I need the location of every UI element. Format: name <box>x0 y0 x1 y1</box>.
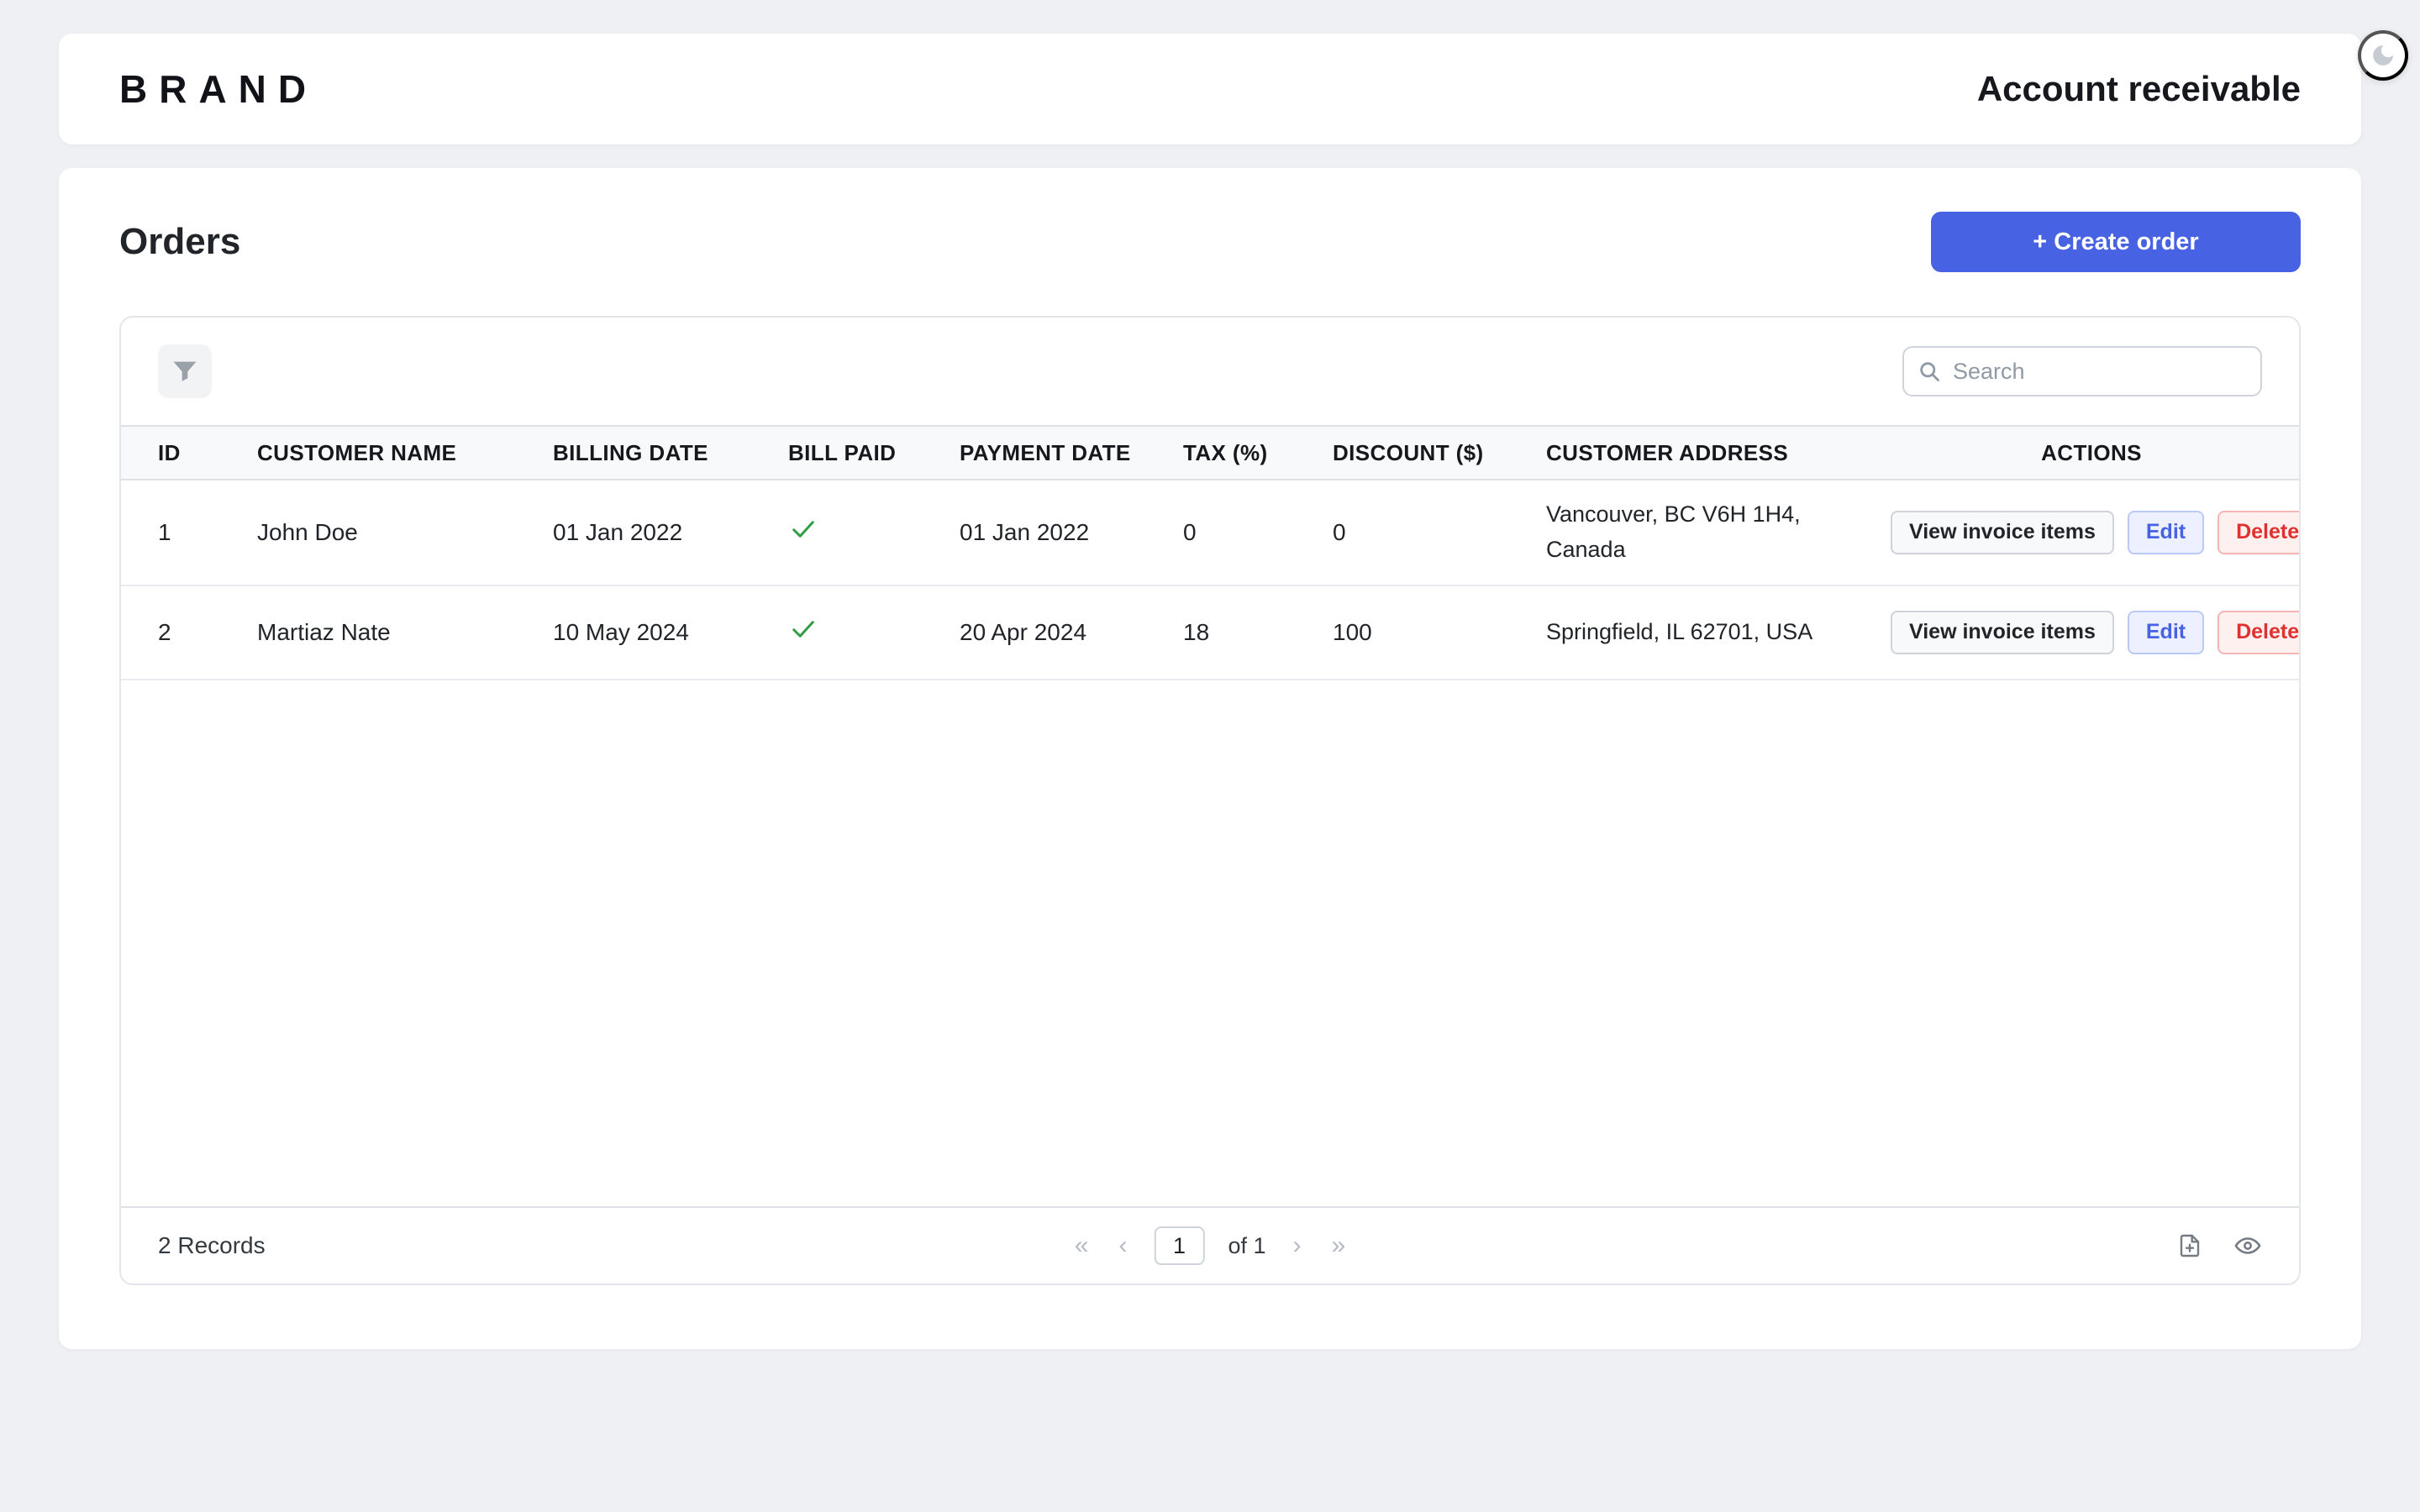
column-header-id: ID <box>121 426 240 480</box>
column-header-customer-address: CUSTOMER ADDRESS <box>1529 426 1874 480</box>
cell-bill-paid <box>771 480 943 585</box>
cell-discount: 100 <box>1316 585 1529 680</box>
cell-actions: View invoice items Edit Delete <box>1874 585 2299 680</box>
cell-tax: 0 <box>1166 480 1316 585</box>
table-row: 1 John Doe 01 Jan 2022 01 Jan 2022 0 <box>121 480 2299 585</box>
toggle-visibility-button[interactable] <box>2233 1231 2262 1260</box>
eye-icon <box>2233 1231 2262 1260</box>
records-count: 2 Records <box>158 1232 266 1259</box>
pagination-last-button[interactable]: » <box>1328 1231 1349 1260</box>
export-records-button[interactable] <box>2176 1232 2203 1259</box>
search-box <box>1902 346 2262 396</box>
app-title: Account receivable <box>1977 69 2301 109</box>
moon-icon <box>2370 43 2396 68</box>
theme-toggle-button[interactable] <box>2358 30 2408 81</box>
orders-section: Orders + Create order <box>59 168 2361 1349</box>
pagination-total-label: of 1 <box>1228 1233 1265 1259</box>
pagination-prev-button[interactable]: ‹ <box>1115 1231 1130 1260</box>
check-icon <box>788 514 818 544</box>
cell-customer-address: Vancouver, BC V6H 1H4, Canada <box>1529 480 1874 585</box>
cell-tax: 18 <box>1166 585 1316 680</box>
footer-icons <box>2176 1231 2262 1260</box>
orders-table-panel: ID CUSTOMER NAME BILLING DATE BILL PAID … <box>119 316 2301 1285</box>
top-bar: BRAND Account receivable <box>59 34 2361 144</box>
pagination-first-button[interactable]: « <box>1071 1231 1092 1260</box>
orders-header: Orders + Create order <box>59 168 2361 272</box>
view-invoice-items-button[interactable]: View invoice items <box>1891 511 2114 554</box>
pagination-page-input[interactable] <box>1154 1226 1204 1265</box>
funnel-icon <box>171 358 198 385</box>
create-order-button[interactable]: + Create order <box>1931 212 2301 272</box>
pagination-next-button[interactable]: › <box>1290 1231 1305 1260</box>
check-icon <box>788 614 818 644</box>
document-icon <box>2176 1232 2203 1259</box>
column-header-billing-date: BILLING DATE <box>536 426 771 480</box>
cell-billing-date: 01 Jan 2022 <box>536 480 771 585</box>
cell-bill-paid <box>771 585 943 680</box>
cell-payment-date: 20 Apr 2024 <box>943 585 1166 680</box>
edit-button[interactable]: Edit <box>2128 611 2204 654</box>
column-header-customer-name: CUSTOMER NAME <box>240 426 536 480</box>
cell-actions: View invoice items Edit Delete <box>1874 480 2299 585</box>
search-input[interactable] <box>1953 359 2247 385</box>
cell-id: 1 <box>121 480 240 585</box>
column-header-bill-paid: BILL PAID <box>771 426 943 480</box>
search-icon <box>1918 360 1941 383</box>
brand-logo: BRAND <box>119 66 318 112</box>
table-scroll-area: ID CUSTOMER NAME BILLING DATE BILL PAID … <box>121 425 2299 1206</box>
cell-discount: 0 <box>1316 480 1529 585</box>
cell-id: 2 <box>121 585 240 680</box>
table-toolbar <box>121 318 2299 425</box>
page-title: Orders <box>119 221 240 263</box>
table-row: 2 Martiaz Nate 10 May 2024 20 Apr 2024 1… <box>121 585 2299 680</box>
table-footer: 2 Records « ‹ of 1 › » <box>121 1206 2299 1284</box>
cell-payment-date: 01 Jan 2022 <box>943 480 1166 585</box>
pagination: « ‹ of 1 › » <box>1071 1226 1349 1265</box>
column-header-actions: ACTIONS <box>1874 426 2299 480</box>
table-header-row: ID CUSTOMER NAME BILLING DATE BILL PAID … <box>121 426 2299 480</box>
cell-customer-address: Springfield, IL 62701, USA <box>1529 585 1874 680</box>
view-invoice-items-button[interactable]: View invoice items <box>1891 611 2114 654</box>
column-header-discount: DISCOUNT ($) <box>1316 426 1529 480</box>
column-header-payment-date: PAYMENT DATE <box>943 426 1166 480</box>
filter-button[interactable] <box>158 344 212 398</box>
cell-customer-name: John Doe <box>240 480 536 585</box>
cell-billing-date: 10 May 2024 <box>536 585 771 680</box>
delete-button[interactable]: Delete <box>2217 611 2299 654</box>
delete-button[interactable]: Delete <box>2217 511 2299 554</box>
cell-customer-name: Martiaz Nate <box>240 585 536 680</box>
edit-button[interactable]: Edit <box>2128 511 2204 554</box>
orders-table: ID CUSTOMER NAME BILLING DATE BILL PAID … <box>121 425 2299 680</box>
column-header-tax: TAX (%) <box>1166 426 1316 480</box>
